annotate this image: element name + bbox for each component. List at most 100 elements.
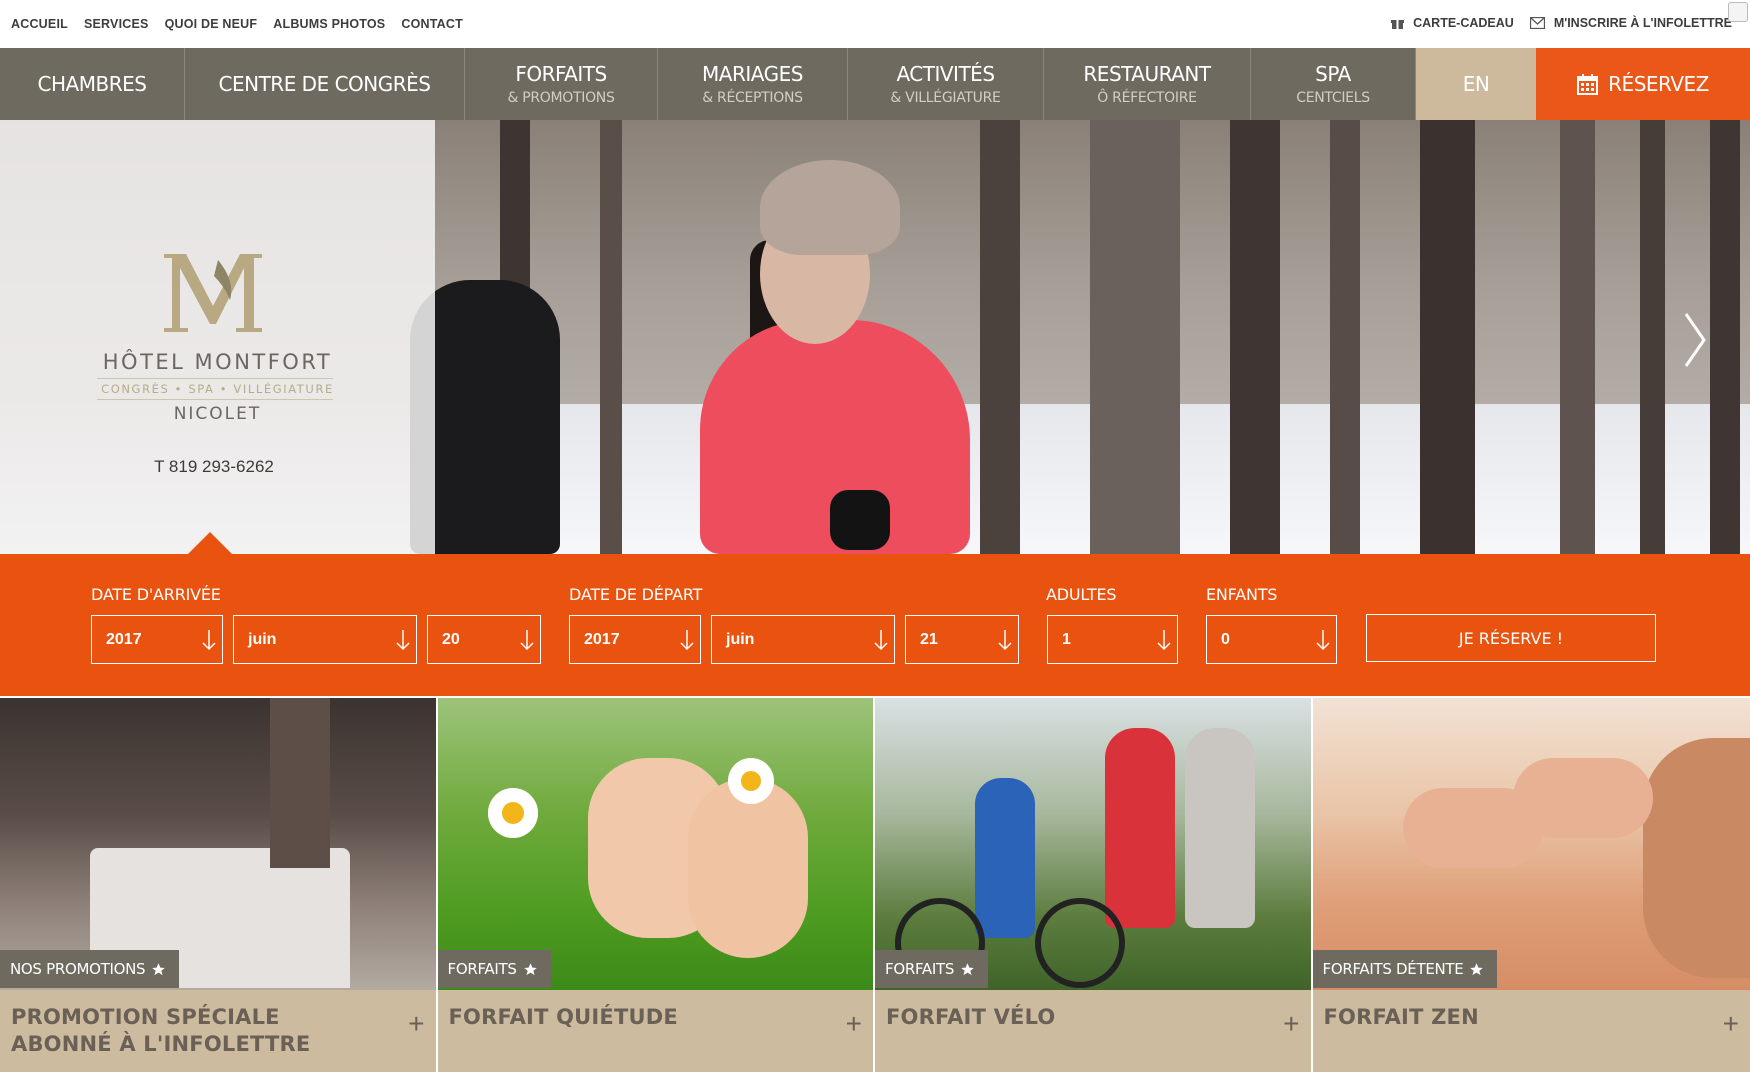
promo-card[interactable]: FORFAITS FORFAIT VÉLO + xyxy=(875,698,1313,1076)
arrow-down-icon xyxy=(998,630,1012,651)
promo-card-badge: FORFAITS DÉTENTE xyxy=(1312,950,1498,988)
nav-spa-sub: CENTCIELS xyxy=(1296,90,1370,106)
adults-select[interactable]: 1 xyxy=(1047,615,1178,664)
nav-mariages-sub: & RÉCEPTIONS xyxy=(702,90,803,106)
star-icon xyxy=(523,962,537,975)
hotel-phone: T 819 293-6262 xyxy=(154,457,274,476)
departure-date-label: DATE DE DÉPART xyxy=(569,585,703,604)
browser-extension-icon[interactable] xyxy=(1728,2,1748,22)
expand-plus-icon[interactable]: + xyxy=(408,1010,424,1038)
hero-tree xyxy=(1640,120,1665,554)
hero-tree xyxy=(1090,120,1180,554)
promo-card-title-area: PROMOTION SPÉCIALE ABONNÉ À L'INFOLETTRE… xyxy=(0,990,436,1072)
nav-centre-de-congres[interactable]: CENTRE DE CONGRÈS xyxy=(185,48,465,120)
arrival-year-select[interactable]: 2017 xyxy=(91,615,223,664)
children-select[interactable]: 0 xyxy=(1206,615,1337,664)
arrival-day-select[interactable]: 20 xyxy=(427,615,541,664)
children-value: 0 xyxy=(1221,630,1230,648)
gift-card-link[interactable]: CARTE-CADEAU xyxy=(1391,16,1514,30)
nav-forfaits[interactable]: FORFAITS & PROMOTIONS xyxy=(465,48,658,120)
nav-activites-sub: & VILLÉGIATURE xyxy=(890,90,1001,106)
link-quoi-de-neuf[interactable]: QUOI DE NEUF xyxy=(165,17,258,31)
expand-plus-icon[interactable]: + xyxy=(846,1010,862,1038)
arrow-down-icon xyxy=(202,630,216,651)
hand-shape xyxy=(1512,758,1653,838)
hero-tree xyxy=(600,120,622,554)
book-now-button[interactable]: JE RÉSERVE ! xyxy=(1366,614,1656,662)
promo-card-image-feet-daisies xyxy=(437,698,873,990)
hotel-tagline: CONGRÈS • SPA • VILLÉGIATURE xyxy=(101,382,334,396)
arrival-month-select[interactable]: juin xyxy=(233,615,417,664)
departure-year-value: 2017 xyxy=(584,630,620,648)
nav-restaurant[interactable]: RESTAURANT Ô RÉFECTOIRE xyxy=(1044,48,1251,120)
nav-restaurant-label: RESTAURANT xyxy=(1083,62,1211,86)
link-contact[interactable]: CONTACT xyxy=(401,17,463,31)
arrow-down-icon xyxy=(680,630,694,651)
gift-icon xyxy=(1391,19,1405,29)
reserve-button[interactable]: RÉSERVEZ xyxy=(1536,48,1750,120)
nav-mariages-label: MARIAGES xyxy=(702,62,803,86)
departure-day-value: 21 xyxy=(920,630,938,648)
cyclist-shape xyxy=(1185,728,1255,928)
star-icon xyxy=(1470,962,1484,975)
promo-card-title-area: FORFAIT QUIÉTUDE + xyxy=(437,990,873,1072)
hero-tree xyxy=(1330,120,1360,554)
curtain-shape xyxy=(270,698,330,868)
hotel-logo-panel: HÔTEL MONTFORT CONGRÈS • SPA • VILLÉGIAT… xyxy=(0,120,435,554)
hero-tree xyxy=(1560,120,1595,554)
expand-plus-icon[interactable]: + xyxy=(1283,1010,1299,1038)
envelope-icon xyxy=(1529,17,1545,29)
expand-plus-icon[interactable]: + xyxy=(1723,1010,1739,1038)
promo-card-title: FORFAIT VÉLO xyxy=(886,1005,1056,1029)
utility-links: ACCUEIL SERVICES QUOI DE NEUF ALBUMS PHO… xyxy=(11,17,479,31)
promo-card-badge: FORFAITS xyxy=(437,950,551,988)
arrival-year-value: 2017 xyxy=(106,630,142,648)
promo-card[interactable]: FORFAITS DÉTENTE FORFAIT ZEN + xyxy=(1312,698,1750,1076)
cyclist-shape xyxy=(975,778,1035,938)
promo-card-badge-label: NOS PROMOTIONS xyxy=(10,960,146,978)
language-switch-en[interactable]: EN xyxy=(1416,48,1536,120)
nav-spa[interactable]: SPA CENTCIELS xyxy=(1251,48,1416,120)
departure-day-select[interactable]: 21 xyxy=(905,615,1019,664)
promo-card-image-cyclists xyxy=(875,698,1311,990)
daisy-shape xyxy=(727,758,774,804)
nav-congres-label: CENTRE DE CONGRÈS xyxy=(218,72,431,96)
link-albums-photos[interactable]: ALBUMS PHOTOS xyxy=(273,17,385,31)
promo-card-badge-label: FORFAITS xyxy=(885,960,955,978)
adults-value: 1 xyxy=(1062,630,1071,648)
link-services[interactable]: SERVICES xyxy=(84,17,149,31)
nav-activites[interactable]: ACTIVITÉS & VILLÉGIATURE xyxy=(848,48,1044,120)
face-shape xyxy=(1642,738,1750,978)
arrow-down-icon xyxy=(874,630,888,651)
nav-forfaits-sub: & PROMOTIONS xyxy=(507,90,615,106)
departure-month-select[interactable]: juin xyxy=(711,615,895,664)
arrow-down-icon xyxy=(1316,630,1330,651)
star-icon xyxy=(152,962,166,975)
booking-notch xyxy=(188,532,232,554)
reserve-label: RÉSERVEZ xyxy=(1608,72,1709,96)
link-accueil[interactable]: ACCUEIL xyxy=(11,17,68,31)
slideshow-next-arrow-icon[interactable] xyxy=(1680,310,1710,370)
hero-tree xyxy=(1230,120,1280,554)
promo-card-badge-label: FORFAITS DÉTENTE xyxy=(1322,960,1464,978)
daisy-shape xyxy=(487,788,538,838)
newsletter-label: M'INSCRIRE À L'INFOLETTRE xyxy=(1553,16,1732,30)
arrival-day-value: 20 xyxy=(442,630,460,648)
promo-card[interactable]: NOS PROMOTIONS PROMOTION SPÉCIALE ABONNÉ… xyxy=(0,698,438,1076)
nav-chambres[interactable]: CHAMBRES xyxy=(0,48,185,120)
nav-mariages[interactable]: MARIAGES & RÉCEPTIONS xyxy=(658,48,848,120)
departure-year-select[interactable]: 2017 xyxy=(569,615,701,664)
hero-person-glove xyxy=(830,490,890,550)
promo-card[interactable]: FORFAITS FORFAIT QUIÉTUDE + xyxy=(437,698,875,1076)
departure-month-value: juin xyxy=(726,630,755,648)
promo-card-title: FORFAIT ZEN xyxy=(1323,1005,1479,1029)
promo-card-badge-label: FORFAITS xyxy=(447,960,517,978)
promotion-cards: NOS PROMOTIONS PROMOTION SPÉCIALE ABONNÉ… xyxy=(0,698,1750,1076)
calendar-icon xyxy=(1577,73,1599,95)
promo-card-title: PROMOTION SPÉCIALE ABONNÉ À L'INFOLETTRE xyxy=(11,1005,311,1056)
arrival-month-value: juin xyxy=(248,630,277,648)
language-label: EN xyxy=(1462,72,1490,96)
newsletter-link[interactable]: M'INSCRIRE À L'INFOLETTRE xyxy=(1529,16,1732,30)
arrow-down-icon xyxy=(1157,630,1171,651)
cyclist-shape xyxy=(1105,728,1175,928)
